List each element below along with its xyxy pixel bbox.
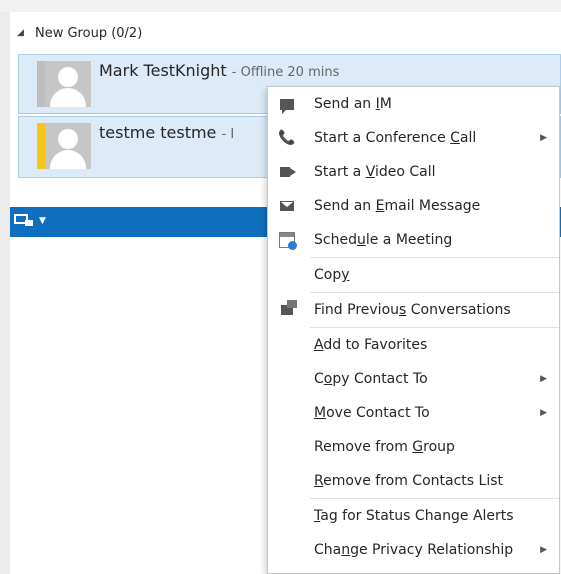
present-screen-icon[interactable]	[14, 214, 33, 228]
contact-status: - I	[221, 127, 235, 142]
submenu-arrow-icon: ▶	[540, 545, 547, 555]
contact-name: testme testme	[99, 123, 217, 142]
mail-icon	[278, 198, 296, 214]
menu-item-send-im[interactable]: Send an IM	[268, 87, 559, 121]
left-edge	[0, 0, 10, 574]
menu-item-label: Start a Video Call	[314, 164, 436, 180]
collapse-triangle-icon[interactable]: ◢	[17, 28, 29, 38]
avatar-head-shape	[58, 67, 78, 87]
contact-context-menu: Send an IM 📞 Start a Conference Call ▶ S…	[267, 86, 560, 574]
menu-item-label: Send an Email Message	[314, 198, 481, 214]
menu-item-label: Change Privacy Relationship	[314, 542, 514, 558]
menu-item-change-privacy-relationship[interactable]: Change Privacy Relationship ▶	[268, 533, 559, 567]
menu-item-label: Remove from Contacts List	[314, 473, 503, 489]
menu-item-add-to-favorites[interactable]: Add to Favorites	[268, 328, 559, 362]
menu-item-label: Copy Contact To	[314, 371, 428, 387]
menu-item-start-video-call[interactable]: Start a Video Call	[268, 155, 559, 189]
menu-item-label: Send an IM	[314, 96, 392, 112]
menu-item-send-email[interactable]: Send an Email Message	[268, 189, 559, 223]
menu-item-start-conference-call[interactable]: 📞 Start a Conference Call ▶	[268, 121, 559, 155]
menu-item-label: Find Previous Conversations	[314, 302, 511, 318]
submenu-arrow-icon: ▶	[540, 133, 547, 143]
presence-bar	[37, 61, 45, 107]
menu-item-copy[interactable]: Copy	[268, 258, 559, 292]
menu-item-label: Tag for Status Change Alerts	[314, 508, 514, 524]
top-edge	[0, 0, 561, 12]
avatar	[45, 123, 91, 169]
group-label: New Group (0/2)	[35, 25, 143, 41]
menu-item-find-previous-conversations[interactable]: Find Previous Conversations	[268, 293, 559, 327]
menu-item-remove-from-group[interactable]: Remove from Group	[268, 430, 559, 464]
menu-item-label: Copy	[314, 267, 350, 283]
menu-item-remove-from-contacts-list[interactable]: Remove from Contacts List	[268, 464, 559, 498]
contact-status: - Offline 20 mins	[231, 65, 340, 80]
video-camera-icon	[278, 164, 296, 180]
avatar-body-shape	[50, 88, 86, 107]
submenu-arrow-icon: ▶	[540, 374, 547, 384]
submenu-arrow-icon: ▶	[540, 408, 547, 418]
group-header[interactable]: ◢ New Group (0/2)	[10, 22, 142, 44]
menu-item-schedule-meeting[interactable]: Schedule a Meeting	[268, 223, 559, 257]
phone-icon: 📞	[278, 130, 296, 146]
menu-item-label: Remove from Group	[314, 439, 455, 455]
menu-item-copy-contact-to[interactable]: Copy Contact To ▶	[268, 362, 559, 396]
camera-shape	[25, 220, 33, 226]
avatar-body-shape	[50, 150, 86, 169]
im-bubble-icon	[278, 96, 296, 114]
menu-item-label: Schedule a Meeting	[314, 232, 453, 248]
contact-name-line: Mark TestKnight - Offline 20 mins	[99, 61, 339, 80]
menu-item-label: Start a Conference Call	[314, 130, 477, 146]
menu-item-move-contact-to[interactable]: Move Contact To ▶	[268, 396, 559, 430]
conversation-history-icon	[278, 300, 297, 318]
contact-name-line: testme testme - I	[99, 123, 234, 142]
menu-item-label: Add to Favorites	[314, 337, 428, 353]
chevron-down-icon[interactable]: ▼	[39, 216, 46, 226]
menu-item-tag-status-alerts[interactable]: Tag for Status Change Alerts	[268, 499, 559, 533]
calendar-icon	[278, 232, 297, 250]
menu-item-label: Move Contact To	[314, 405, 430, 421]
presence-bar	[37, 123, 45, 169]
avatar-head-shape	[58, 129, 78, 149]
avatar	[45, 61, 91, 107]
contact-name: Mark TestKnight	[99, 61, 227, 80]
